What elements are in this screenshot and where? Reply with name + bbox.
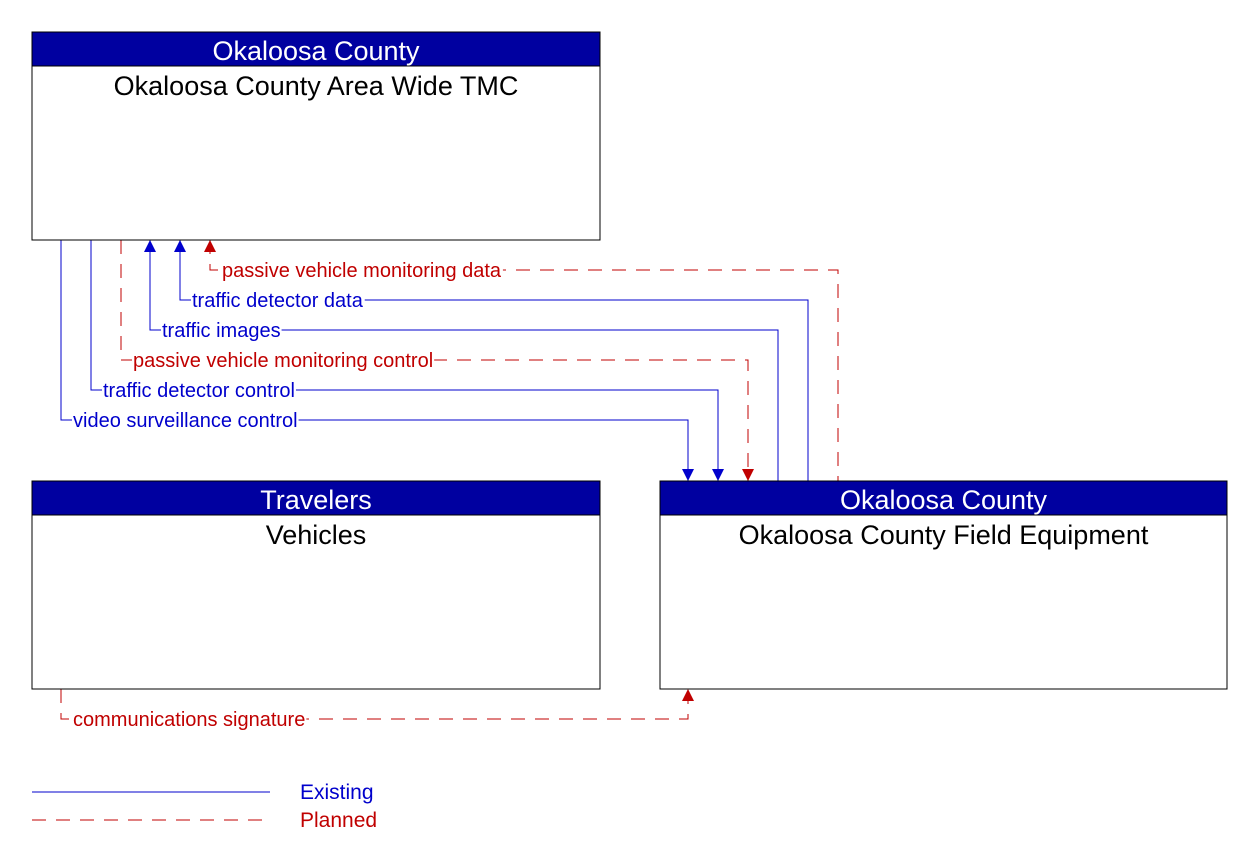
arrowhead-icon <box>682 469 694 481</box>
flow-label-group: video surveillance control <box>72 410 299 432</box>
arrowhead-icon <box>712 469 724 481</box>
arrowhead-icon <box>144 240 156 252</box>
legend: Existing Planned <box>32 781 377 832</box>
legend-planned-label: Planned <box>300 809 377 832</box>
arrowhead-icon <box>204 240 216 252</box>
element-field[interactable]: Okaloosa County Okaloosa County Field Equ… <box>659 480 1228 690</box>
flow-label-group: passive vehicle monitoring data <box>221 260 503 282</box>
arrowhead-icon <box>682 689 694 701</box>
element-name: Okaloosa County Field Equipment <box>739 520 1149 550</box>
flow-label[interactable]: communications signature <box>73 709 305 731</box>
element-name: Okaloosa County Area Wide TMC <box>114 71 519 101</box>
flow-label[interactable]: passive vehicle monitoring control <box>133 350 433 372</box>
arrowhead-icon <box>174 240 186 252</box>
element-tmc[interactable]: Okaloosa County Okaloosa County Area Wide… <box>31 31 601 241</box>
flow-label[interactable]: video surveillance control <box>73 410 298 432</box>
element-owner: Okaloosa County <box>212 36 420 66</box>
flow-label[interactable]: passive vehicle monitoring data <box>222 260 502 282</box>
flow-label-group: traffic images <box>161 320 282 342</box>
flow-label[interactable]: traffic detector control <box>103 380 295 402</box>
legend-existing-label: Existing <box>300 781 374 804</box>
architecture-diagram: Okaloosa County Okaloosa County Area Wide… <box>31 31 1228 832</box>
flow-label-group: communications signature <box>72 709 307 731</box>
flow-label-group: passive vehicle monitoring control <box>132 350 435 372</box>
element-name: Vehicles <box>266 520 367 550</box>
element-owner: Travelers <box>260 485 372 515</box>
arrowhead-icon <box>742 469 754 481</box>
flow-label-group: traffic detector data <box>191 290 365 312</box>
element-vehicles[interactable]: Travelers Vehicles <box>31 480 601 690</box>
element-owner: Okaloosa County <box>840 485 1048 515</box>
flow-label[interactable]: traffic images <box>162 320 281 342</box>
flow-label[interactable]: traffic detector data <box>192 290 364 312</box>
flow-label-group: traffic detector control <box>102 380 296 402</box>
